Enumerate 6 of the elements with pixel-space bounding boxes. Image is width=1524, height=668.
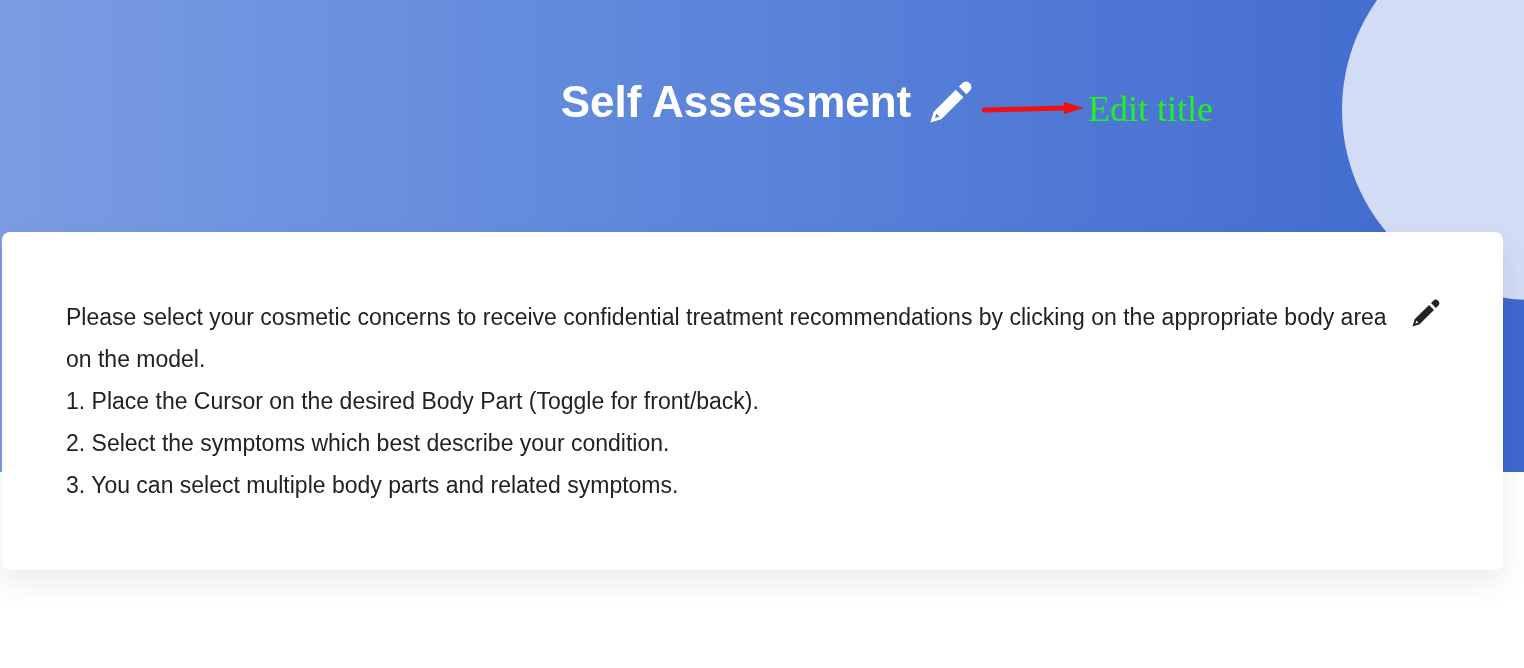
step-text: 2. Select the symptoms which best describe your condition. [66,429,671,458]
intro-text: Please select your cosmetic concerns to receive confidential treatment recommendations by clicking on the appropriate body area on the model. [66,303,1388,374]
step-text: 3. You can select multiple body parts and related symptoms. [66,471,680,500]
page-title: Self Assessment [560,77,912,127]
step-text: 1. Place the Cursor on the desired Body Part (Toggle for front/back). [66,387,760,416]
annotation-text: Edit title [1088,88,1213,130]
